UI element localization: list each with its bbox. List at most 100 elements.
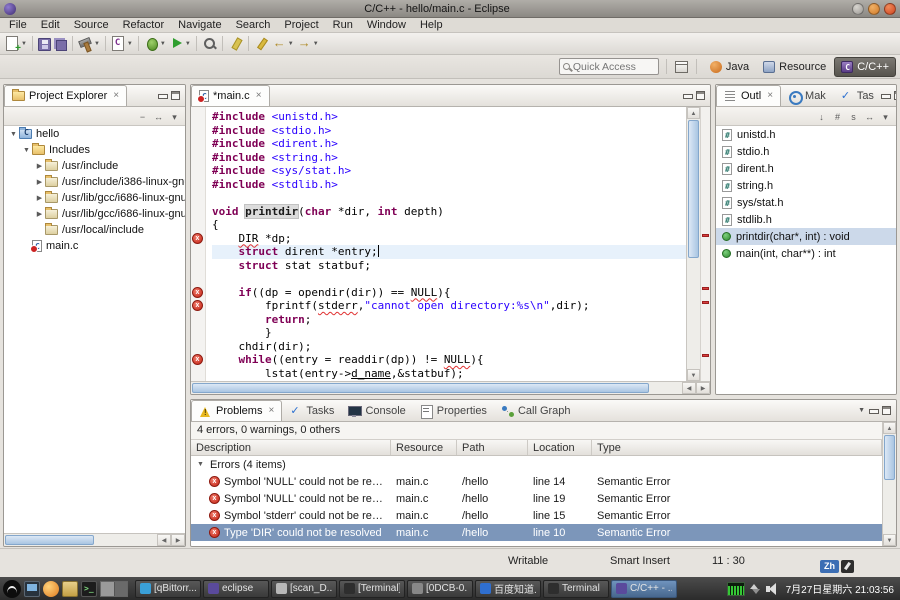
menu-help[interactable]: Help [413, 19, 450, 31]
workspace-switcher[interactable] [100, 581, 128, 597]
maximize-view-icon[interactable] [696, 91, 705, 100]
back-button[interactable]: ▼ [271, 35, 295, 53]
view-menu-icon[interactable]: ▼ [858, 407, 865, 414]
tree-item[interactable]: /usr/local/include [4, 222, 185, 238]
scrollbar-thumb[interactable] [884, 435, 895, 480]
outline-item[interactable]: string.h [716, 177, 896, 194]
menu-refactor[interactable]: Refactor [116, 19, 172, 31]
build-all-button[interactable]: ▼ [77, 35, 101, 53]
scroll-right-icon[interactable]: ▶ [696, 382, 710, 394]
display-launcher-icon[interactable] [24, 581, 40, 597]
link-with-editor-icon[interactable]: ↔ [863, 110, 876, 123]
problems-vertical-scrollbar[interactable]: ▲ ▼ [882, 422, 896, 546]
open-perspective-button[interactable] [674, 58, 689, 76]
tree-item[interactable]: ▼Includes [4, 142, 185, 158]
error-annotation-icon[interactable] [702, 287, 709, 290]
dropdown-arrow-icon[interactable]: ▼ [127, 41, 133, 47]
scrollbar-thumb[interactable] [688, 120, 699, 258]
scrollbar-thumb[interactable] [192, 383, 649, 393]
scroll-left-icon[interactable]: ◀ [682, 382, 696, 394]
tab-console[interactable]: Console [341, 400, 412, 421]
column-header-location[interactable]: Location [528, 440, 592, 455]
taskbar-button[interactable]: C/C++ - ... [611, 580, 677, 598]
scroll-up-icon[interactable]: ▲ [687, 107, 700, 119]
error-marker-icon[interactable]: x [192, 300, 203, 311]
expander-icon[interactable]: ▼ [21, 147, 32, 154]
tree-item[interactable]: ▶/usr/lib/gcc/i686-linux-gnu/4.7/ [4, 206, 185, 222]
tab-outl[interactable]: Outl× [716, 85, 781, 106]
menu-file[interactable]: File [2, 19, 34, 31]
maximize-view-icon[interactable] [894, 91, 897, 100]
tree-item[interactable]: ▶/usr/lib/gcc/i686-linux-gnu/4.7/ [4, 190, 185, 206]
error-marker-icon[interactable]: x [192, 354, 203, 365]
close-icon[interactable]: × [268, 406, 274, 416]
cpu-monitor-icon[interactable] [727, 582, 745, 596]
scrollbar-thumb[interactable] [5, 535, 94, 545]
hide-fields-icon[interactable]: # [831, 110, 844, 123]
volume-icon[interactable] [765, 582, 779, 596]
close-icon[interactable]: × [767, 91, 773, 101]
explorer-horizontal-scrollbar[interactable]: ◀ ▶ [4, 533, 185, 546]
sort-icon[interactable]: ↓ [815, 110, 828, 123]
ime-indicator[interactable]: Zh [820, 560, 854, 573]
outline-item[interactable]: main(int, char**) : int [716, 245, 896, 262]
scroll-down-icon[interactable]: ▼ [883, 534, 896, 546]
menu-edit[interactable]: Edit [34, 19, 67, 31]
dropdown-arrow-icon[interactable]: ▼ [160, 41, 166, 47]
minimize-view-icon[interactable] [869, 406, 878, 415]
tree-item[interactable]: main.c [4, 238, 185, 254]
run-button[interactable]: ▼ [168, 35, 192, 53]
tree-item[interactable]: ▼hello [4, 126, 185, 142]
network-icon[interactable] [749, 582, 761, 596]
column-header-description[interactable]: Description [191, 440, 391, 455]
taskbar-button[interactable]: 百度知道... [475, 580, 541, 598]
perspective-resource[interactable]: Resource [757, 57, 832, 77]
taskbar-button[interactable]: [0DCB-0... [407, 580, 473, 598]
browser-launcher-icon[interactable] [43, 581, 59, 597]
tab-tas[interactable]: Tas [833, 85, 881, 106]
save-all-button[interactable] [53, 35, 68, 53]
editor-horizontal-scrollbar[interactable]: ◀ ▶ [191, 381, 710, 394]
clock[interactable]: 7月27日星期六 21:03:56 [786, 581, 894, 596]
expander-icon[interactable]: ▶ [34, 178, 45, 186]
menu-search[interactable]: Search [229, 19, 278, 31]
outline-item[interactable]: printdir(char*, int) : void [716, 228, 896, 245]
tab-call-graph[interactable]: Call Graph [494, 400, 578, 421]
maximize-view-icon[interactable] [171, 91, 180, 100]
link-with-editor-icon[interactable]: ↔ [152, 110, 165, 123]
minimize-view-icon[interactable] [158, 91, 167, 100]
outline-item[interactable]: stdlib.h [716, 211, 896, 228]
hide-static-icon[interactable]: s [847, 110, 860, 123]
dropdown-arrow-icon[interactable]: ▼ [313, 41, 319, 47]
expander-icon[interactable]: ▶ [34, 210, 45, 218]
problems-group-row[interactable]: ▼Errors (4 items) [191, 456, 882, 473]
file-manager-launcher-icon[interactable] [62, 581, 78, 597]
expander-icon[interactable]: ▶ [34, 194, 45, 202]
menu-window[interactable]: Window [360, 19, 413, 31]
taskbar-button[interactable]: Terminal [543, 580, 609, 598]
outline-item[interactable]: stdio.h [716, 143, 896, 160]
column-header-path[interactable]: Path [457, 440, 528, 455]
tab-mak[interactable]: Mak [781, 85, 833, 106]
error-marker-icon[interactable]: x [192, 287, 203, 298]
column-header-type[interactable]: Type [592, 440, 882, 455]
forward-button[interactable]: ▼ [296, 35, 320, 53]
tab-problems[interactable]: Problems× [191, 400, 282, 421]
scroll-down-icon[interactable]: ▼ [687, 369, 700, 381]
menu-source[interactable]: Source [67, 19, 116, 31]
save-button[interactable] [37, 35, 52, 53]
editor-tab-main-c[interactable]: *main.c × [191, 85, 270, 106]
problem-row[interactable]: xSymbol 'NULL' could not be resolvedmain… [191, 490, 882, 507]
editor-vertical-scrollbar[interactable]: ▲ ▼ [686, 107, 700, 381]
terminal-launcher-icon[interactable] [81, 581, 97, 597]
tree-item[interactable]: ▶/usr/include [4, 158, 185, 174]
debug-button[interactable]: ▼ [143, 35, 167, 53]
error-marker-icon[interactable]: x [192, 233, 203, 244]
error-annotation-icon[interactable] [702, 354, 709, 357]
window-maximize-button[interactable] [868, 3, 880, 15]
scroll-up-icon[interactable]: ▲ [883, 422, 896, 434]
quick-access-input[interactable] [573, 61, 655, 73]
outline-item[interactable]: dirent.h [716, 160, 896, 177]
window-minimize-button[interactable] [852, 3, 864, 15]
dropdown-arrow-icon[interactable]: ▼ [185, 41, 191, 47]
